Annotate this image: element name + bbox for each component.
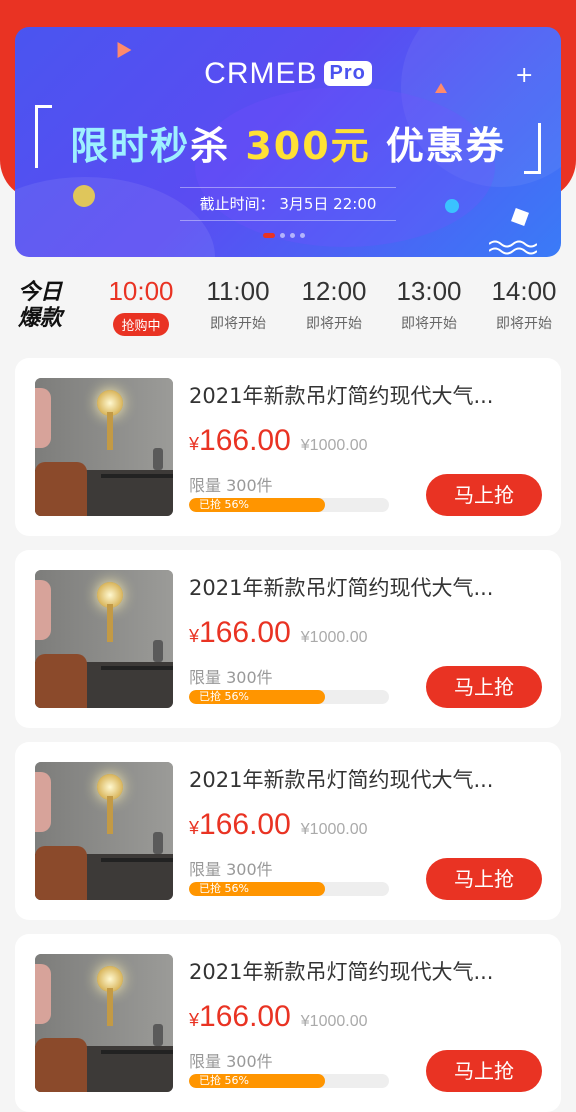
buy-now-button[interactable]: 马上抢 bbox=[426, 1050, 542, 1092]
product-card[interactable]: 2021年新款吊灯简约现代大气... ¥166.00 ¥1000.00 限量 30… bbox=[15, 742, 561, 920]
carousel-dot[interactable] bbox=[263, 233, 275, 238]
carousel-dot[interactable] bbox=[280, 233, 285, 238]
sold-progress-text: 已抢 56% bbox=[199, 690, 249, 703]
wave-decoration bbox=[489, 240, 537, 255]
stock-limit: 限量 300件 bbox=[189, 860, 273, 879]
time-slot[interactable]: 10:00 抢购中 bbox=[96, 276, 186, 336]
product-price: ¥166.00 ¥1000.00 bbox=[189, 808, 368, 841]
time-slot-bar: 今日 爆款 10:00 抢购中 11:00 即将开始 12:00 即将开始 13:00 即… bbox=[0, 268, 576, 348]
product-price: ¥166.00 ¥1000.00 bbox=[189, 424, 368, 457]
product-title[interactable]: 2021年新款吊灯简约现代大气... bbox=[189, 956, 529, 986]
today-hot-label: 今日 爆款 bbox=[18, 280, 63, 331]
time-slot[interactable]: 11:00 即将开始 bbox=[193, 276, 283, 333]
stock-limit: 限量 300件 bbox=[189, 476, 273, 495]
buy-now-button[interactable]: 马上抢 bbox=[426, 474, 542, 516]
sold-progress-bar: 已抢 56% bbox=[189, 498, 389, 512]
carousel-dot[interactable] bbox=[290, 233, 295, 238]
time-slot[interactable]: 12:00 即将开始 bbox=[289, 276, 379, 333]
sold-progress-bar: 已抢 56% bbox=[189, 690, 389, 704]
product-card[interactable]: 2021年新款吊灯简约现代大气... ¥166.00 ¥1000.00 限量 30… bbox=[15, 550, 561, 728]
divider bbox=[180, 220, 396, 221]
buy-now-button[interactable]: 马上抢 bbox=[426, 666, 542, 708]
product-image[interactable] bbox=[35, 762, 173, 900]
product-price: ¥166.00 ¥1000.00 bbox=[189, 1000, 368, 1033]
product-image[interactable] bbox=[35, 570, 173, 708]
time-slot[interactable]: 14:00 即将开始 bbox=[479, 276, 569, 333]
banner-logo: CRMEB Pro bbox=[15, 57, 561, 91]
product-image[interactable] bbox=[35, 954, 173, 1092]
original-price: ¥1000.00 bbox=[300, 437, 368, 454]
original-price: ¥1000.00 bbox=[300, 629, 368, 646]
banner-title: 限时秒杀 300元 优惠券 bbox=[70, 124, 506, 168]
banner-deadline: 截止时间： 3月5日 22:00 bbox=[199, 195, 377, 213]
original-price: ¥1000.00 bbox=[300, 821, 368, 838]
product-title[interactable]: 2021年新款吊灯简约现代大气... bbox=[189, 764, 529, 794]
sold-progress-text: 已抢 56% bbox=[199, 498, 249, 511]
triangle-decoration bbox=[110, 37, 132, 59]
pro-badge: Pro bbox=[323, 61, 372, 86]
product-card[interactable]: 2021年新款吊灯简约现代大气... ¥166.00 ¥1000.00 限量 30… bbox=[15, 358, 561, 536]
sold-progress-text: 已抢 56% bbox=[199, 1074, 249, 1087]
buy-now-button[interactable]: 马上抢 bbox=[426, 858, 542, 900]
sold-progress-text: 已抢 56% bbox=[199, 882, 249, 895]
carousel-dot[interactable] bbox=[300, 233, 305, 238]
status-badge: 抢购中 bbox=[113, 313, 169, 336]
sold-progress-bar: 已抢 56% bbox=[189, 882, 389, 896]
product-image[interactable] bbox=[35, 378, 173, 516]
promo-banner[interactable]: + CRMEB Pro 限时秒杀 300元 优惠券 截止时间： 3月5日 22:0… bbox=[15, 27, 561, 257]
sold-progress-bar: 已抢 56% bbox=[189, 1074, 389, 1088]
product-title[interactable]: 2021年新款吊灯简约现代大气... bbox=[189, 572, 529, 602]
stock-limit: 限量 300件 bbox=[189, 1052, 273, 1071]
product-title[interactable]: 2021年新款吊灯简约现代大气... bbox=[189, 380, 529, 410]
product-price: ¥166.00 ¥1000.00 bbox=[189, 616, 368, 649]
time-slot[interactable]: 13:00 即将开始 bbox=[384, 276, 474, 333]
carousel-indicator[interactable] bbox=[263, 233, 305, 238]
stock-limit: 限量 300件 bbox=[189, 668, 273, 687]
product-card[interactable]: 2021年新款吊灯简约现代大气... ¥166.00 ¥1000.00 限量 30… bbox=[15, 934, 561, 1112]
divider bbox=[180, 187, 396, 188]
banner-decoration bbox=[15, 177, 215, 257]
